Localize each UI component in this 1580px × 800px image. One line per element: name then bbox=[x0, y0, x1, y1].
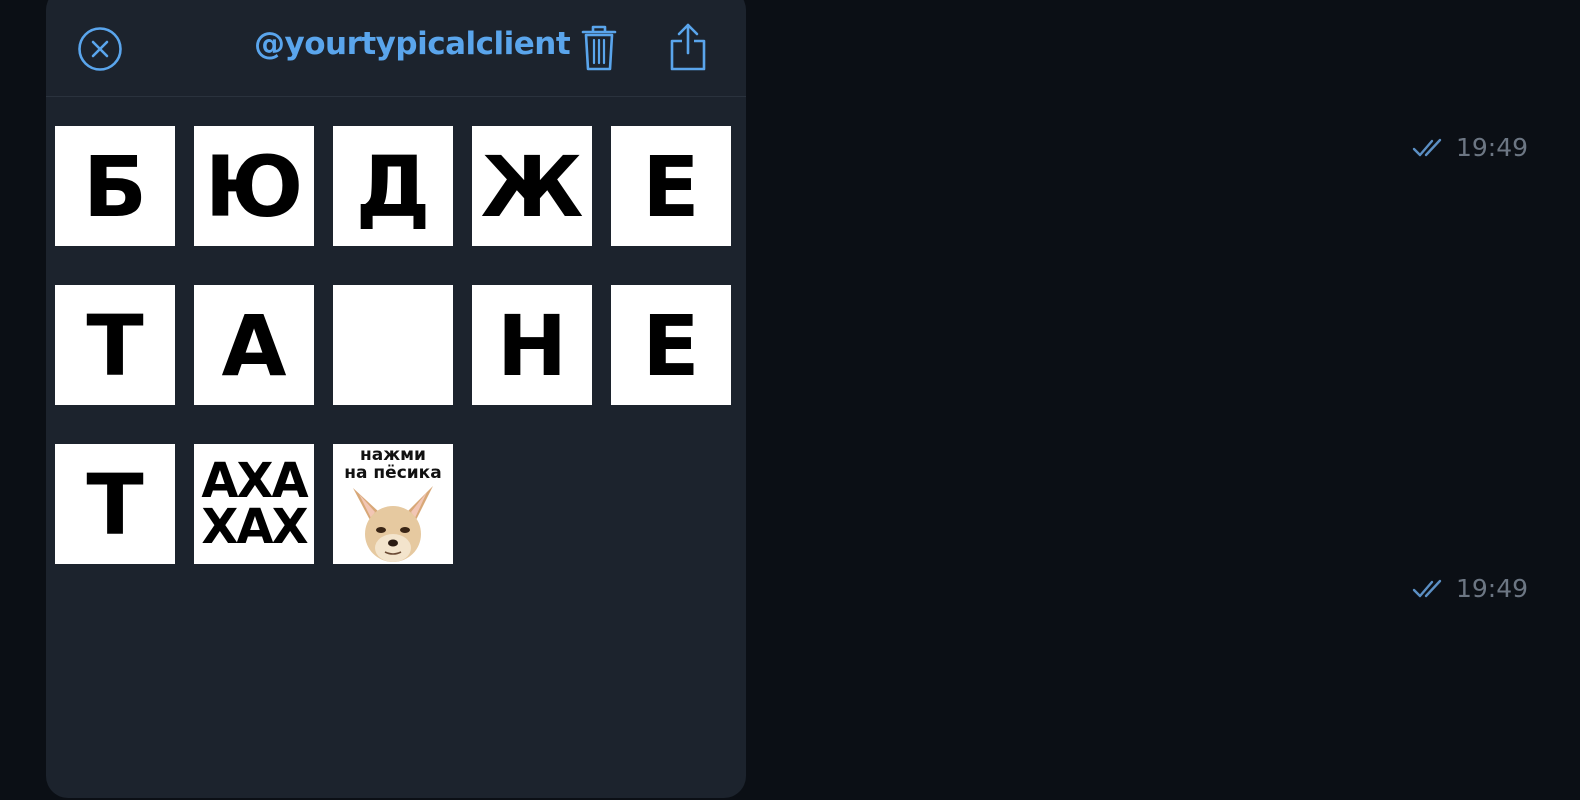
sticker-letter: Т bbox=[86, 297, 144, 395]
sticker-laugh[interactable]: АХА ХАХ bbox=[194, 444, 314, 564]
close-circle-icon bbox=[78, 27, 122, 71]
sticker-pack-panel: @yourtypicalclient Б Ю Д Ж Е Т А Н Е Т А… bbox=[46, 0, 746, 798]
message-meta: 19:49 bbox=[1412, 574, 1528, 603]
sticker-letter: Б bbox=[82, 138, 148, 236]
sticker-letter: Н bbox=[496, 297, 568, 395]
sticker-laugh-line: АХА bbox=[201, 453, 308, 509]
sticker[interactable]: А bbox=[194, 285, 314, 405]
chat-screen: 19:49 19:49 @yourtypicalclient Б Ю Д Ж Е… bbox=[0, 0, 1580, 800]
trash-icon bbox=[581, 25, 617, 71]
delete-button[interactable] bbox=[579, 23, 619, 73]
chihuahua-icon bbox=[353, 486, 433, 562]
sticker[interactable]: Т bbox=[55, 285, 175, 405]
sticker-letter: Е bbox=[642, 297, 700, 395]
sticker-laugh-line: ХАХ bbox=[201, 499, 308, 555]
message-time: 19:49 bbox=[1455, 133, 1528, 162]
sticker-blank[interactable] bbox=[333, 285, 453, 405]
double-check-icon bbox=[1412, 579, 1442, 597]
sticker-letter: А bbox=[221, 297, 287, 395]
sticker[interactable]: Ю bbox=[194, 126, 314, 246]
sticker[interactable]: Н bbox=[472, 285, 592, 405]
sticker[interactable]: Ж bbox=[472, 126, 592, 246]
sticker[interactable]: Е bbox=[611, 126, 731, 246]
sticker-grid: Б Ю Д Ж Е Т А Н Е Т АХА ХАХ нажми на пёс… bbox=[55, 126, 735, 564]
close-button[interactable] bbox=[77, 26, 123, 72]
sticker-dog-caption: нажми на пёсика bbox=[344, 445, 442, 483]
share-button[interactable] bbox=[668, 21, 708, 73]
sticker-letter: Е bbox=[642, 138, 700, 236]
sticker[interactable]: Т bbox=[55, 444, 175, 564]
double-check-icon bbox=[1412, 138, 1442, 156]
sticker[interactable]: Б bbox=[55, 126, 175, 246]
sticker-letter: Т bbox=[86, 456, 144, 554]
sticker-dog[interactable]: нажми на пёсика bbox=[333, 444, 453, 564]
panel-header: @yourtypicalclient bbox=[46, 0, 746, 97]
sticker-letter: Ж bbox=[480, 138, 584, 236]
sticker-letter: Д bbox=[355, 138, 431, 236]
message-meta: 19:49 bbox=[1412, 133, 1528, 162]
share-icon bbox=[670, 23, 706, 71]
message-time: 19:49 bbox=[1455, 574, 1528, 603]
pack-title: @yourtypicalclient bbox=[254, 26, 571, 62]
sticker-letter: Ю bbox=[204, 138, 304, 236]
sticker[interactable]: Д bbox=[333, 126, 453, 246]
sticker[interactable]: Е bbox=[611, 285, 731, 405]
